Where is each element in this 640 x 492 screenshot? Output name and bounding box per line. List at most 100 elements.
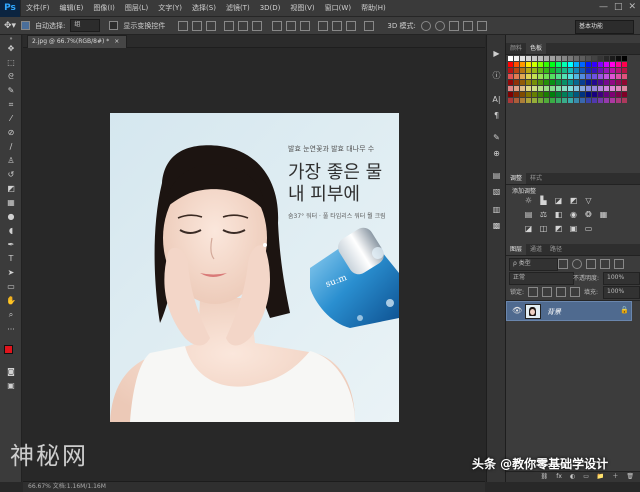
properties-icon[interactable]: ▩ — [491, 221, 502, 231]
swatch-cell[interactable] — [526, 62, 531, 67]
eyedropper-tool-icon[interactable]: ⁄ — [5, 114, 17, 124]
align-left-icon[interactable] — [224, 20, 235, 31]
lasso-tool-icon[interactable]: ᘓ — [5, 72, 17, 82]
menu-image[interactable]: 图像(I) — [88, 3, 120, 13]
swatch-cell[interactable] — [526, 92, 531, 97]
swatch-cell[interactable] — [538, 74, 543, 79]
swatch-cell[interactable] — [622, 62, 627, 67]
swatch-cell[interactable] — [568, 68, 573, 73]
align-bottom-icon[interactable] — [206, 20, 217, 31]
swatch-cell[interactable] — [574, 80, 579, 85]
photo-filter-icon[interactable]: ◉ — [569, 211, 578, 219]
document-image[interactable]: 발효 눈연꽃과 발효 대나무 수 가장 좋은 물 내 피부에 숨37° 워터 ·… — [110, 113, 399, 422]
swatch-cell[interactable] — [520, 74, 525, 79]
swatch-cell[interactable] — [562, 92, 567, 97]
swatch-cell[interactable] — [508, 86, 513, 91]
swatch-cell[interactable] — [556, 98, 561, 103]
swatch-cell[interactable] — [586, 68, 591, 73]
swatch-cell[interactable] — [532, 98, 537, 103]
swatch-cell[interactable] — [592, 80, 597, 85]
3d-rotate-icon[interactable] — [420, 20, 431, 31]
swatch-cell[interactable] — [592, 68, 597, 73]
swatch-cell[interactable] — [556, 68, 561, 73]
exposure-icon[interactable]: ◩ — [569, 197, 578, 205]
swatch-cell[interactable] — [592, 74, 597, 79]
hand-tool-icon[interactable]: ✋ — [5, 296, 17, 306]
swatch-cell[interactable] — [526, 74, 531, 79]
filter-adjust-icon[interactable] — [572, 259, 582, 269]
swatch-cell[interactable] — [598, 74, 603, 79]
swatch-cell[interactable] — [550, 98, 555, 103]
menu-window[interactable]: 窗口(W) — [320, 3, 356, 13]
swatch-cell[interactable] — [592, 98, 597, 103]
align-right-icon[interactable] — [252, 20, 263, 31]
swatch-cell[interactable] — [610, 68, 615, 73]
blend-mode-dropdown[interactable]: 正常 — [509, 272, 574, 285]
play-icon[interactable]: ▶ — [491, 49, 502, 59]
swatch-cell[interactable] — [508, 62, 513, 67]
swatch-cell[interactable] — [592, 86, 597, 91]
swatch-cell[interactable] — [580, 92, 585, 97]
swatch-cell[interactable] — [604, 68, 609, 73]
swatch-cell[interactable] — [544, 74, 549, 79]
3d-scale-icon[interactable] — [476, 20, 487, 31]
swatch-cell[interactable] — [514, 80, 519, 85]
distribute-top-icon[interactable] — [272, 20, 283, 31]
auto-select-dropdown[interactable]: 组 — [70, 19, 101, 32]
menu-select[interactable]: 选择(S) — [187, 3, 221, 13]
swatch-cell[interactable] — [610, 74, 615, 79]
path-select-tool-icon[interactable]: ➤ — [5, 268, 17, 278]
swatch-cell[interactable] — [610, 56, 615, 61]
color-balance-icon[interactable]: ⚖ — [539, 211, 548, 219]
swatch-cell[interactable] — [604, 62, 609, 67]
swatch-cell[interactable] — [598, 62, 603, 67]
auto-align-icon[interactable] — [364, 20, 375, 31]
lock-transparency-icon[interactable] — [528, 287, 538, 297]
swatch-cell[interactable] — [574, 98, 579, 103]
swatch-cell[interactable] — [604, 56, 609, 61]
align-top-icon[interactable] — [178, 20, 189, 31]
swatch-cell[interactable] — [598, 56, 603, 61]
swatch-cell[interactable] — [544, 92, 549, 97]
actions-icon[interactable]: ▧ — [491, 187, 502, 197]
swatch-cell[interactable] — [568, 62, 573, 67]
swatch-cell[interactable] — [574, 68, 579, 73]
swatch-cell[interactable] — [544, 80, 549, 85]
clone-source-icon[interactable]: ⊕ — [491, 149, 502, 159]
swatch-cell[interactable] — [574, 86, 579, 91]
swatch-cell[interactable] — [532, 74, 537, 79]
color-lookup-icon[interactable]: ▦ — [599, 211, 608, 219]
tab-color[interactable]: 颜料 — [506, 43, 526, 54]
pen-tool-icon[interactable]: ✒ — [5, 240, 17, 250]
swatch-cell[interactable] — [604, 98, 609, 103]
swatch-cell[interactable] — [610, 86, 615, 91]
swatch-cell[interactable] — [520, 62, 525, 67]
swatch-cell[interactable] — [538, 80, 543, 85]
tab-layers[interactable]: 图层 — [506, 244, 527, 255]
swatch-cell[interactable] — [562, 80, 567, 85]
tab-adjustments[interactable]: 调整 — [506, 173, 527, 184]
swatch-cell[interactable] — [598, 86, 603, 91]
swatch-cell[interactable] — [544, 68, 549, 73]
swatch-cell[interactable] — [550, 86, 555, 91]
swatch-cell[interactable] — [550, 62, 555, 67]
swatch-cell[interactable] — [598, 68, 603, 73]
info-icon[interactable]: ⓘ — [491, 71, 502, 81]
swatch-cell[interactable] — [532, 92, 537, 97]
swatch-cell[interactable] — [538, 68, 543, 73]
swatch-cell[interactable] — [556, 56, 561, 61]
swatch-cell[interactable] — [544, 98, 549, 103]
menu-view[interactable]: 视图(V) — [285, 3, 319, 13]
swatch-cell[interactable] — [526, 98, 531, 103]
3d-slide-icon[interactable] — [462, 20, 473, 31]
swatch-cell[interactable] — [538, 86, 543, 91]
swatch-cell[interactable] — [532, 68, 537, 73]
swatch-cell[interactable] — [568, 86, 573, 91]
swatch-cell[interactable] — [526, 86, 531, 91]
swatch-cell[interactable] — [574, 92, 579, 97]
swatch-cell[interactable] — [562, 62, 567, 67]
swatch-cell[interactable] — [568, 92, 573, 97]
black-white-icon[interactable]: ◧ — [554, 211, 563, 219]
swatch-cell[interactable] — [550, 56, 555, 61]
crop-tool-icon[interactable]: ⌗ — [5, 100, 17, 110]
